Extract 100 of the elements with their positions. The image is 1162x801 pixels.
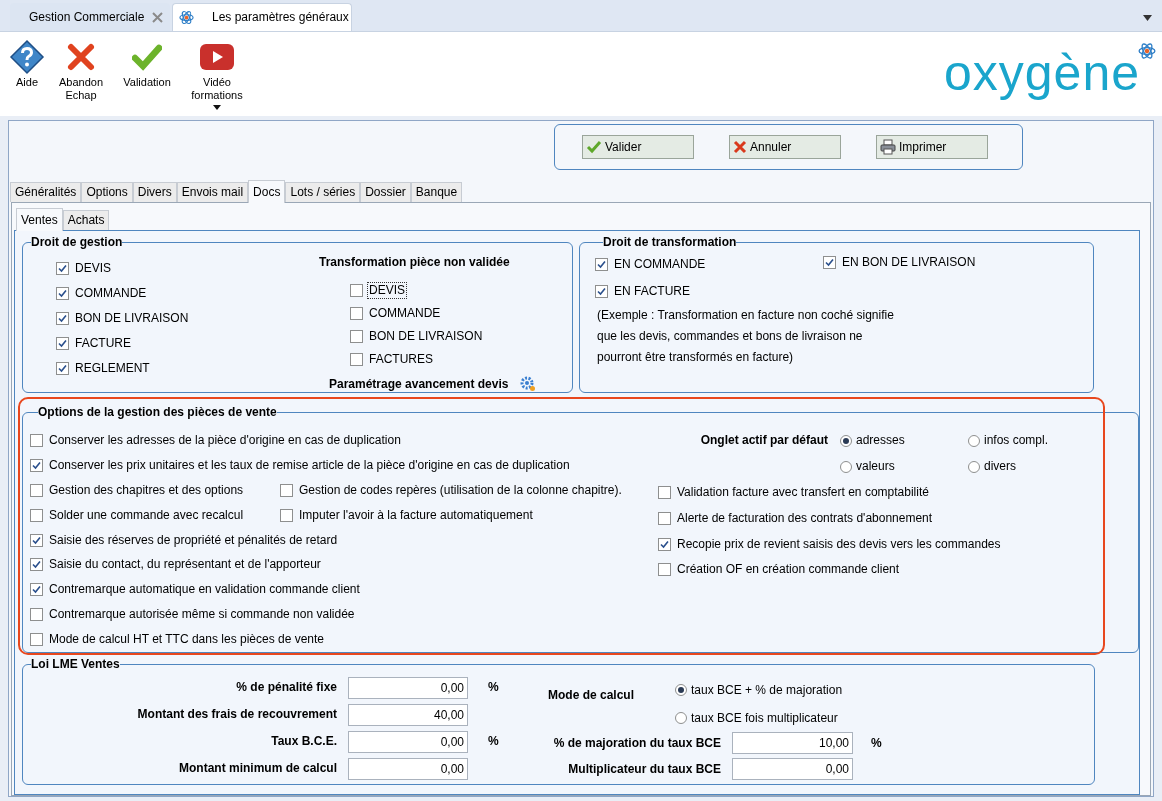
printer-icon xyxy=(880,139,896,155)
close-icon xyxy=(733,140,747,154)
checkbox[interactable] xyxy=(658,563,671,577)
checkbox[interactable] xyxy=(658,537,671,551)
checkbox[interactable] xyxy=(595,285,608,298)
radio-label: infos compl. xyxy=(984,433,1049,449)
section-label: Paramétrage avancement devis xyxy=(329,376,509,392)
group-title: Options de la gestion des pièces de vente xyxy=(38,405,277,420)
checkbox[interactable] xyxy=(350,284,363,297)
checkmark-icon xyxy=(132,43,162,71)
checkbox[interactable] xyxy=(658,486,671,499)
group-title: Droit de transformation xyxy=(603,235,737,250)
radio-button[interactable] xyxy=(840,460,852,473)
tab[interactable]: Dossier xyxy=(360,182,411,202)
field-label: Mode de calcul xyxy=(548,687,636,704)
checkbox-label: Conserver les adresses de la pièce d'origine en cas de duplication xyxy=(48,431,402,449)
checkbox[interactable] xyxy=(56,362,69,375)
play-icon xyxy=(200,44,234,70)
radio-button[interactable] xyxy=(968,434,980,447)
window-tab[interactable]: Les paramètres généraux xyxy=(172,3,352,31)
number-field[interactable]: 0,00 xyxy=(732,758,853,780)
tab[interactable]: Divers xyxy=(132,182,177,202)
checkbox-label: EN BON DE LIVRAISON xyxy=(841,254,977,271)
checkbox-label: BON DE LIVRAISON xyxy=(368,328,484,345)
toolbar-button[interactable]: Abandon Echap xyxy=(50,38,112,102)
checkbox-label: Mode de calcul HT et TTC dans les pièces de vente xyxy=(48,631,326,649)
checkbox-label: Validation facture avec transfert en comptabilité xyxy=(676,484,930,501)
radio-label: divers xyxy=(984,459,1016,475)
radio-button[interactable] xyxy=(675,684,687,696)
atom-icon xyxy=(1138,42,1156,60)
radio-label: taux BCE fois multiplicateur xyxy=(691,710,838,726)
checkbox[interactable] xyxy=(30,508,43,522)
checkbox[interactable] xyxy=(595,258,608,271)
unit-label: % xyxy=(487,734,500,749)
close-icon[interactable] xyxy=(152,12,163,23)
checkbox-label: REGLEMENT xyxy=(74,360,151,377)
checkbox[interactable] xyxy=(30,533,43,547)
section-title: Transformation pièce non validée xyxy=(319,255,511,270)
number-field[interactable]: 0,00 xyxy=(348,730,468,753)
unit-label: % xyxy=(870,735,883,751)
checkbox[interactable] xyxy=(350,330,363,343)
checkbox[interactable] xyxy=(823,256,836,269)
logo: oxygène xyxy=(943,48,1140,98)
checkbox[interactable] xyxy=(30,483,43,497)
tab[interactable]: Options xyxy=(81,182,133,202)
checkbox-label: FACTURE xyxy=(74,335,132,352)
checkbox[interactable] xyxy=(30,633,43,647)
note-text: pourront être transformés en facture) xyxy=(597,349,795,366)
checkbox-label: Gestion de codes repères (utilisation de la colonne chapitre). xyxy=(298,481,623,499)
action-button[interactable]: Annuler xyxy=(729,135,841,159)
action-button[interactable]: Valider xyxy=(582,135,694,159)
checkbox[interactable] xyxy=(350,307,363,320)
note-text: (Exemple : Transformation en facture non coché signifie xyxy=(597,307,895,324)
action-button[interactable]: Imprimer xyxy=(876,135,988,159)
help-icon xyxy=(9,39,45,75)
field-label: Montant des frais de recouvrement xyxy=(136,707,338,722)
checkbox-label: BON DE LIVRAISON xyxy=(74,310,190,327)
checkbox-label: Solder une commande avec recalcul xyxy=(48,506,245,524)
checkbox[interactable] xyxy=(658,511,671,525)
checkbox-label: Saisie du contact, du représentant et de l'apporteur xyxy=(48,556,322,574)
checkbox[interactable] xyxy=(30,583,43,597)
caret-icon[interactable] xyxy=(1143,15,1152,21)
toolbar-button[interactable]: Aide xyxy=(8,38,46,89)
number-field[interactable]: 0,00 xyxy=(348,676,468,699)
checkbox[interactable] xyxy=(56,337,69,350)
tab[interactable]: Généralités xyxy=(10,182,82,202)
checkbox-label: Gestion des chapitres et des options xyxy=(48,481,245,499)
number-field[interactable]: 40,00 xyxy=(348,703,468,726)
checkbox[interactable] xyxy=(350,353,363,366)
radio-button[interactable] xyxy=(968,460,980,473)
checkbox-label: EN COMMANDE xyxy=(613,256,707,273)
toolbar-button[interactable]: Vidéo formations xyxy=(184,38,250,110)
checkbox-label: DEVIS xyxy=(367,282,407,299)
checkbox[interactable] xyxy=(56,262,69,275)
toolbar-button[interactable]: Validation xyxy=(116,38,178,89)
number-field[interactable]: 10,00 xyxy=(732,732,853,754)
checkbox[interactable] xyxy=(30,433,43,447)
checkbox[interactable] xyxy=(280,483,293,497)
checkbox[interactable] xyxy=(280,508,293,522)
group-title: Droit de gestion xyxy=(31,235,123,250)
checkbox[interactable] xyxy=(56,312,69,325)
checkbox[interactable] xyxy=(30,558,43,572)
radio-button[interactable] xyxy=(840,434,852,447)
checkbox-label: Contremarque autorisée même si commande non validée xyxy=(48,606,356,624)
radio-button[interactable] xyxy=(675,712,687,724)
number-field[interactable]: 0,00 xyxy=(348,757,468,780)
field-label: Onglet actif par défaut xyxy=(699,432,829,450)
checkbox-label: FACTURES xyxy=(368,351,434,368)
tab[interactable]: Ventes xyxy=(16,208,63,231)
checkbox-label: Saisie des réserves de propriété et pénalités de retard xyxy=(48,531,339,549)
field-label: Taux B.C.E. xyxy=(270,734,338,749)
checkbox[interactable] xyxy=(56,287,69,300)
checkbox[interactable] xyxy=(30,458,43,472)
tab[interactable]: Envois mail xyxy=(176,182,249,202)
tab[interactable]: Achats xyxy=(62,210,110,230)
tab[interactable]: Docs xyxy=(248,180,286,203)
checkbox[interactable] xyxy=(30,608,43,622)
gear-icon[interactable] xyxy=(520,376,537,392)
tab[interactable]: Lots / séries xyxy=(285,182,361,202)
tab[interactable]: Banque xyxy=(410,182,463,202)
